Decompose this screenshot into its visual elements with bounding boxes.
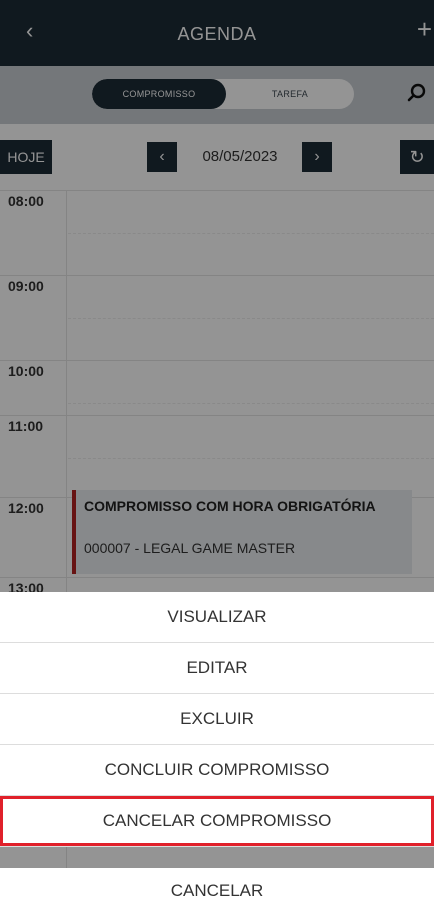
action-sheet-cancel-button[interactable]: CANCELAR [0, 868, 434, 914]
action-excluir[interactable]: EXCLUIR [0, 694, 434, 745]
action-sheet: VISUALIZAR EDITAR EXCLUIR CONCLUIR COMPR… [0, 592, 434, 914]
action-editar[interactable]: EDITAR [0, 643, 434, 694]
action-cancelar-compromisso[interactable]: CANCELAR COMPROMISSO [0, 796, 434, 847]
action-concluir-compromisso[interactable]: CONCLUIR COMPROMISSO [0, 745, 434, 796]
action-visualizar[interactable]: VISUALIZAR [0, 592, 434, 643]
agenda-screen: ‹ AGENDA + COMPROMISSO TAREFA HOJE ‹ 08/… [0, 0, 434, 914]
